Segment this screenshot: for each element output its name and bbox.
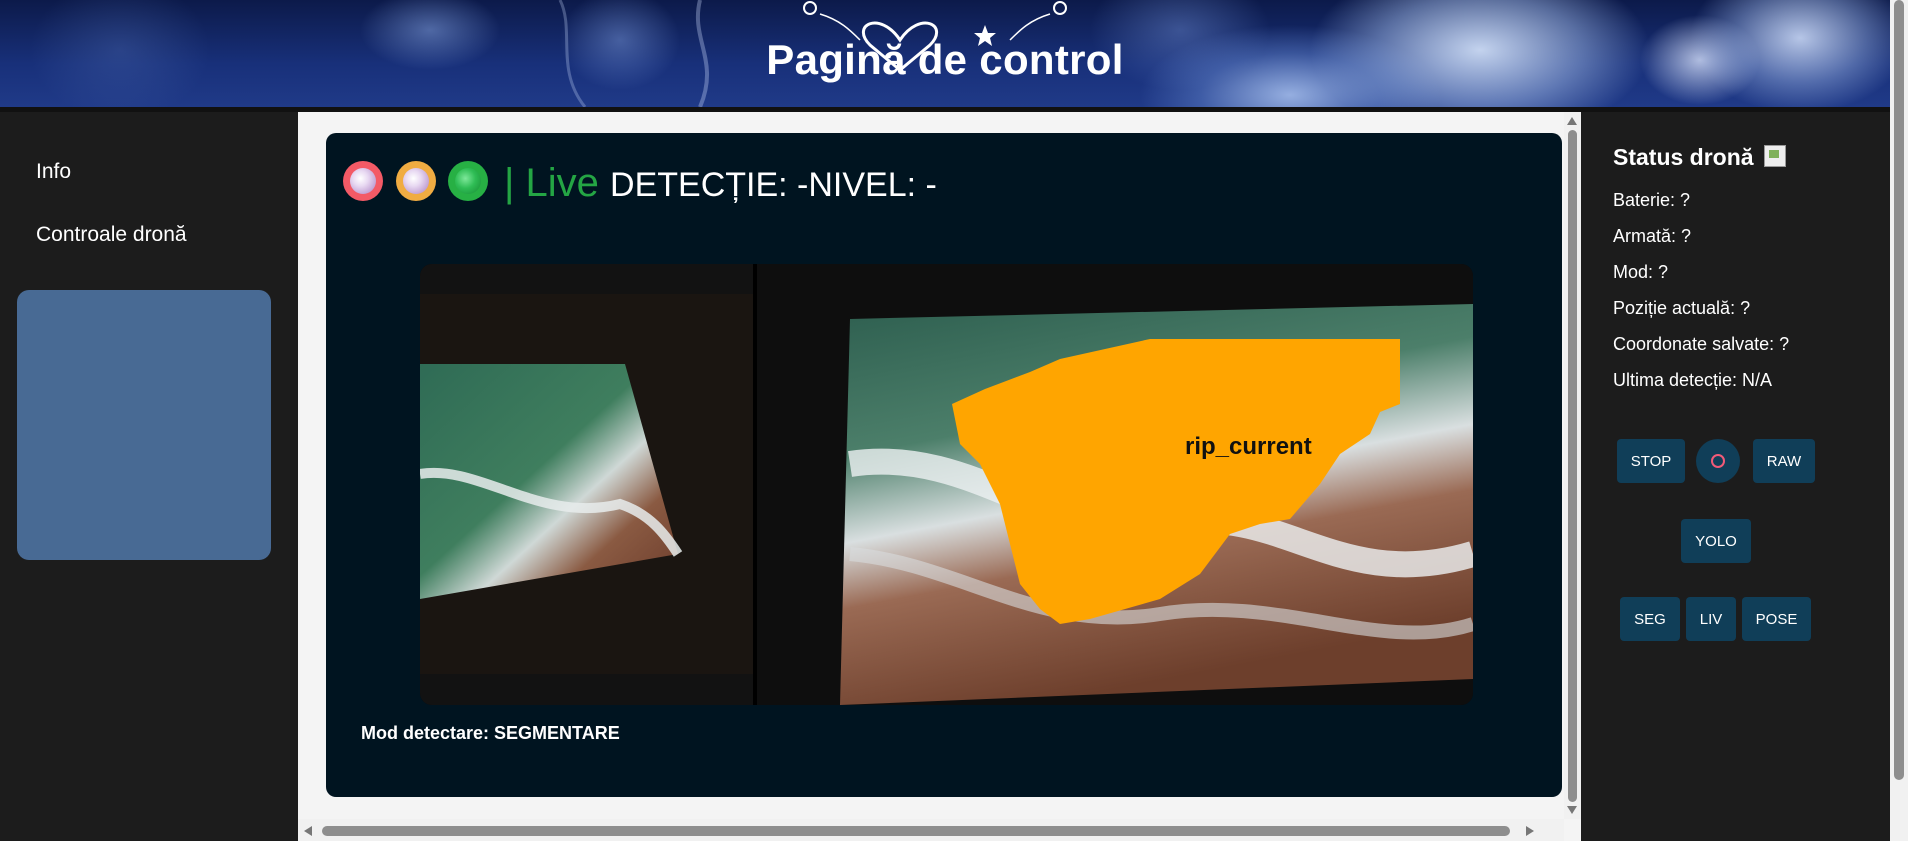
detection-mode-text: Mod detectare: SEGMENTARE [361,723,620,743]
status-title-text: Status dronă [1613,144,1754,170]
horizontal-scroll-thumb[interactable] [322,826,1510,836]
scroll-thumb[interactable] [1568,130,1577,802]
video-feed: rip_current [420,264,1473,705]
scroll-up-arrow-icon[interactable] [1567,117,1577,125]
detection-level-text: DETECȚIE: -NIVEL: - [610,166,937,204]
scroll-left-arrow-icon[interactable] [304,826,312,836]
raw-button[interactable]: RAW [1753,439,1815,483]
left-sidebar: Info Controale dronă [0,112,298,841]
pose-button[interactable]: POSE [1742,597,1811,641]
sidebar-item-drone-controls[interactable]: Controale dronă [36,223,187,247]
last-detection-status: Ultima detecție: N/A [1613,370,1773,390]
status-title: Status dronă [1613,144,1786,171]
yellow-button-knob [403,168,429,194]
sidebar-panel [17,290,271,560]
record-icon [1711,454,1725,468]
saved-coordinates-status: Coordonate salvate: ? [1613,334,1790,354]
armed-status: Armată: ? [1613,226,1692,246]
yellow-control-button[interactable] [396,161,436,201]
page-vertical-scrollbar[interactable] [1890,0,1908,841]
live-separator: | [504,161,515,205]
stop-button[interactable]: STOP [1617,439,1685,483]
live-label: Live [525,161,599,205]
scroll-right-arrow-icon[interactable] [1526,826,1534,836]
sidebar-item-info[interactable]: Info [36,160,71,184]
green-control-button[interactable] [448,161,488,201]
seg-button[interactable]: SEG [1620,597,1680,641]
page-scroll-thumb[interactable] [1894,0,1904,780]
content-vertical-scrollbar[interactable] [1564,112,1581,819]
main-content: | Live DETECȚIE: -NIVEL: - rip_current M… [298,112,1581,841]
video-card: | Live DETECȚIE: -NIVEL: - rip_current M… [326,133,1562,797]
red-control-button[interactable] [343,161,383,201]
broken-image-icon [1763,145,1786,167]
battery-status: Baterie: ? [1613,190,1691,210]
rip-current-label: rip_current [1185,433,1312,460]
live-status-line: | Live DETECȚIE: -NIVEL: - [504,161,937,207]
drone-status-panel: Status dronă Baterie: ? Armată: ? Mod: ?… [1581,112,1890,841]
scroll-down-arrow-icon[interactable] [1567,806,1577,814]
content-horizontal-scrollbar[interactable] [298,819,1564,841]
video-frame-image: rip_current [420,264,1473,705]
mode-status: Mod: ? [1613,262,1669,282]
green-button-knob [455,168,481,194]
header-banner: Pagină de control [0,0,1890,107]
yolo-button[interactable]: YOLO [1681,519,1751,563]
red-button-knob [350,168,376,194]
liv-button[interactable]: LIV [1686,597,1736,641]
current-position-status: Poziție actuală: ? [1613,298,1751,318]
page-title: Pagină de control [766,36,1124,83]
record-button[interactable] [1696,439,1740,483]
